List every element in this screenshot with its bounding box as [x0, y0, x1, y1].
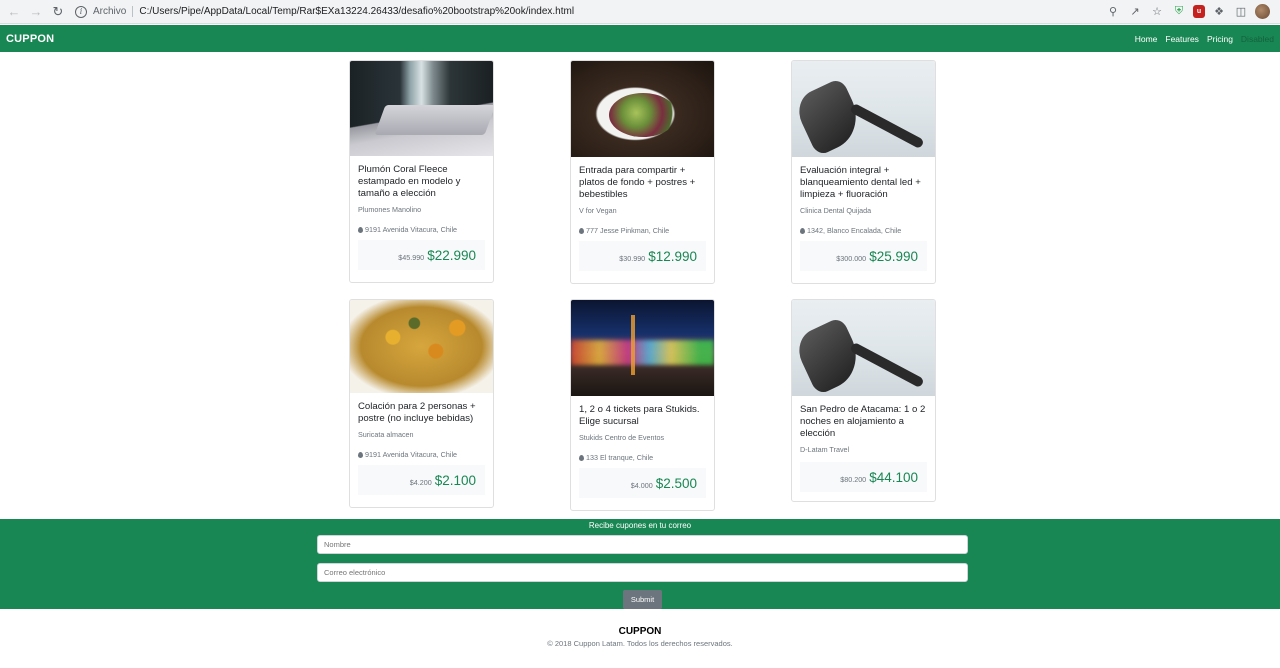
- card-price: $44.100: [869, 469, 918, 485]
- card-old-price: $4.000: [630, 480, 653, 490]
- url-text[interactable]: C:/Users/Pipe/AppData/Local/Temp/Rar$EXa…: [139, 6, 574, 17]
- info-icon[interactable]: i: [75, 5, 87, 18]
- card-store: D-Latam Travel: [800, 445, 850, 454]
- card-address: 777 Jesse Pinkman, Chile: [579, 226, 706, 235]
- subscribe-section: Recibe cupones en tu correo Submit: [0, 519, 1280, 609]
- card-store: Clinica Dental Quijada: [800, 206, 872, 215]
- nav-link-pricing[interactable]: Pricing: [1207, 34, 1233, 44]
- card-title: 1, 2 o 4 tickets para Stukids. Elige suc…: [579, 404, 700, 427]
- card-price: $22.990: [427, 247, 476, 263]
- card-address: 1342, Blanco Encalada, Chile: [800, 226, 927, 235]
- profile-avatar[interactable]: [1255, 3, 1270, 19]
- card-price: $2.100: [434, 472, 476, 488]
- email-input[interactable]: [317, 563, 968, 582]
- coupon-grid: Plumón Coral Fleece estampado en modelo …: [0, 52, 1280, 520]
- card-old-price: $300.000: [836, 253, 867, 263]
- card-store: Plumones Manolino: [358, 205, 422, 214]
- card-image-salad: [571, 61, 714, 157]
- map-pin-icon: [579, 227, 584, 234]
- coupon-card[interactable]: Evaluación integral + blanqueamiento den…: [791, 60, 936, 284]
- card-store: V for Vegan: [579, 206, 617, 215]
- card-address: 9191 Avenida Vitacura, Chile: [358, 225, 485, 234]
- shield-extension-icon[interactable]: ⛨: [1171, 3, 1187, 19]
- site-navbar: CUPPON Home Features Pricing Disabled: [0, 25, 1280, 52]
- card-price: $12.990: [648, 248, 697, 264]
- card-price-box: $80.200 $44.100: [800, 462, 927, 492]
- back-arrow-icon[interactable]: ←: [3, 1, 25, 23]
- nav-link-features[interactable]: Features: [1165, 34, 1199, 44]
- forward-arrow-icon[interactable]: →: [25, 1, 47, 23]
- card-image-stew: [350, 300, 493, 393]
- card-price-box: $45.990 $22.990: [358, 240, 485, 270]
- card-old-price: $80.200: [840, 474, 867, 484]
- zoom-icon[interactable]: ⚲: [1105, 3, 1121, 19]
- map-pin-icon: [358, 226, 363, 233]
- coupon-card[interactable]: Colación para 2 personas + postre (no in…: [349, 299, 494, 508]
- footer-brand: CUPPON: [618, 626, 662, 637]
- footer-copyright: © 2018 Cuppon Latam. Todos los derechos …: [547, 639, 733, 648]
- map-pin-icon: [800, 227, 805, 234]
- coupon-card[interactable]: 1, 2 o 4 tickets para Stukids. Elige suc…: [570, 299, 715, 511]
- site-footer: CUPPON © 2018 Cuppon Latam. Todos los de…: [0, 609, 1280, 668]
- reload-icon[interactable]: ↻: [47, 1, 69, 23]
- card-price-box: $4.000 $2.500: [579, 468, 706, 498]
- card-title: Evaluación integral + blanqueamiento den…: [800, 165, 921, 200]
- star-icon[interactable]: ☆: [1149, 3, 1165, 19]
- card-title: San Pedro de Atacama: 1 o 2 noches en al…: [800, 404, 926, 439]
- card-old-price: $45.990: [398, 252, 425, 262]
- card-price: $25.990: [869, 248, 918, 264]
- navbar-brand[interactable]: CUPPON: [6, 33, 54, 45]
- coupon-card[interactable]: San Pedro de Atacama: 1 o 2 noches en al…: [791, 299, 936, 502]
- card-price-box: $300.000 $25.990: [800, 241, 927, 271]
- card-store: Stukids Centro de Eventos: [579, 433, 665, 442]
- card-title: Plumón Coral Fleece estampado en modelo …: [358, 164, 461, 199]
- name-input[interactable]: [317, 535, 968, 554]
- puzzle-extensions-icon[interactable]: ❖: [1211, 3, 1227, 19]
- map-pin-icon: [579, 454, 584, 461]
- card-old-price: $4.200: [409, 477, 432, 487]
- card-old-price: $30.990: [619, 253, 646, 263]
- side-panel-icon[interactable]: ◫: [1233, 3, 1249, 19]
- card-address: 9191 Avenida Vitacura, Chile: [358, 450, 485, 459]
- scheme-label: Archivo: [93, 6, 134, 17]
- card-store: Suricata almacen: [358, 430, 414, 439]
- map-pin-icon: [358, 451, 363, 458]
- address-bar[interactable]: i Archivo C:/Users/Pipe/AppData/Local/Te…: [75, 2, 574, 22]
- browser-toolbar: ← → ↻ i Archivo C:/Users/Pipe/AppData/Lo…: [0, 0, 1280, 24]
- card-image-fairground: [571, 300, 714, 396]
- nav-links: Home Features Pricing Disabled: [1135, 34, 1274, 44]
- card-title: Colación para 2 personas + postre (no in…: [358, 401, 476, 424]
- card-price-box: $30.990 $12.990: [579, 241, 706, 271]
- nav-link-disabled: Disabled: [1240, 33, 1274, 44]
- coupon-card[interactable]: Entrada para compartir + platos de fondo…: [570, 60, 715, 284]
- card-title: Entrada para compartir + platos de fondo…: [579, 165, 696, 200]
- card-address: 133 El tranque, Chile: [579, 453, 706, 462]
- card-price-box: $4.200 $2.100: [358, 465, 485, 495]
- share-icon[interactable]: ↗: [1127, 3, 1143, 19]
- submit-button[interactable]: Submit: [623, 590, 662, 609]
- card-image-dental-chair: [792, 61, 935, 157]
- nav-link-home[interactable]: Home: [1135, 34, 1158, 44]
- card-image-bed: [350, 61, 493, 156]
- coupon-card[interactable]: Plumón Coral Fleece estampado en modelo …: [349, 60, 494, 283]
- ublock-extension-icon[interactable]: u: [1193, 4, 1205, 18]
- card-price: $2.500: [655, 475, 697, 491]
- subscribe-heading: Recibe cupones en tu correo: [588, 521, 692, 530]
- card-image-dental-chair: [792, 300, 935, 396]
